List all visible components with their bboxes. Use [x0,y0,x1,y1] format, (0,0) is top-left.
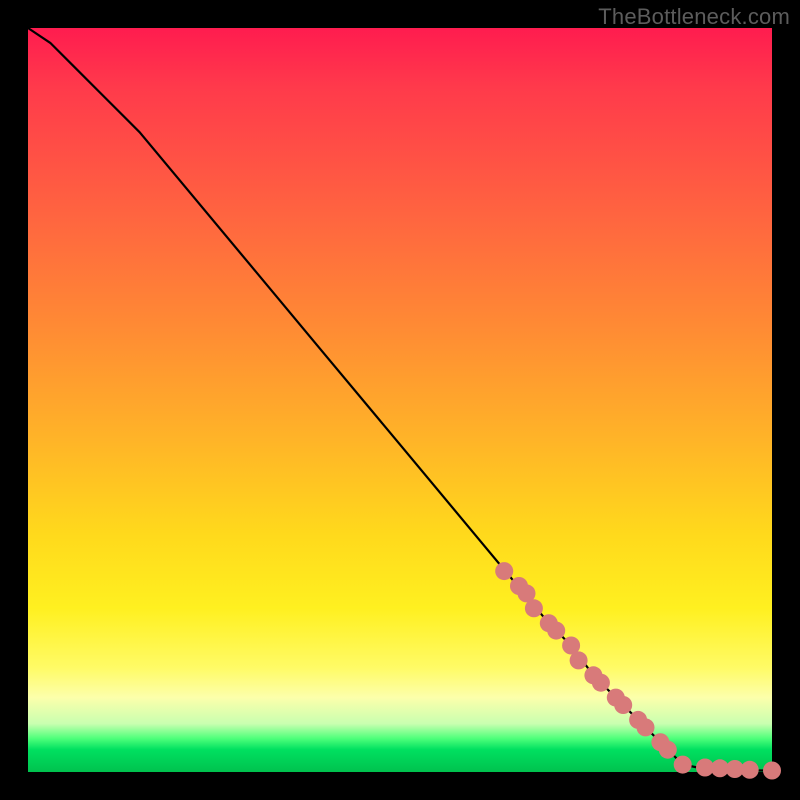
curve-line [28,28,772,771]
data-marker [592,674,610,692]
data-marker [614,696,632,714]
data-marker [525,599,543,617]
data-marker [547,622,565,640]
data-marker [674,756,692,774]
data-marker [763,762,781,780]
data-marker [741,761,759,779]
marker-group [495,562,781,779]
chart-svg [28,28,772,772]
plot-area [28,28,772,772]
data-marker [570,651,588,669]
chart-frame: TheBottleneck.com [0,0,800,800]
data-marker [637,718,655,736]
data-marker [659,741,677,759]
attribution-label: TheBottleneck.com [598,4,790,30]
data-marker [495,562,513,580]
